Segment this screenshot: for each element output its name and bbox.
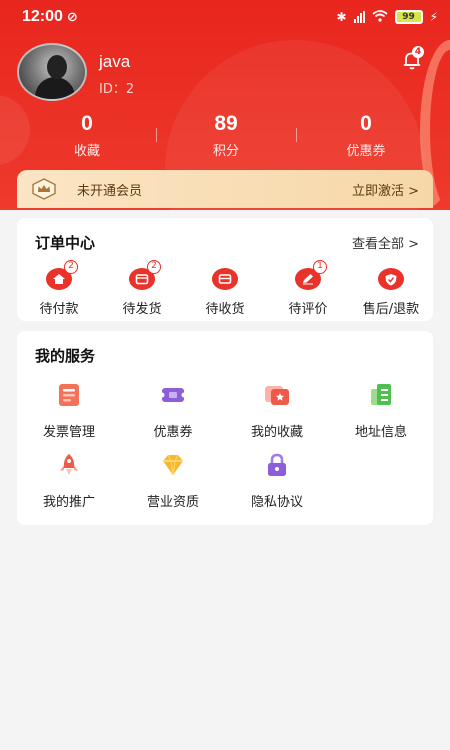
stats-row: 0 收藏 89 积分 0 优惠券 — [0, 112, 450, 162]
order-badge: 1 — [313, 260, 327, 274]
address-icon — [371, 384, 391, 405]
service-label: 营业资质 — [146, 495, 199, 510]
service-address-info[interactable]: 地址信息 — [333, 383, 429, 440]
invoice-icon — [59, 384, 79, 406]
activate-link[interactable]: 立即激活 > — [352, 180, 419, 199]
pen-icon: 1 — [295, 260, 327, 290]
favorite-icon — [265, 386, 289, 405]
charging-icon: ⚡ — [429, 10, 438, 24]
membership-status: 未开通会员 — [77, 183, 143, 199]
service-invoice-management[interactable]: 发票管理 — [21, 383, 117, 440]
shield-icon — [378, 268, 404, 290]
my-services-title: 我的服务 — [35, 347, 96, 365]
order-center-title: 订单中心 — [35, 234, 96, 252]
notification-badge: 4 — [412, 46, 424, 58]
bluetooth-icon: ✱ — [336, 10, 347, 24]
user-id: ID：2 — [99, 82, 135, 97]
service-label: 我的推广 — [42, 495, 95, 510]
service-my-favorites[interactable]: 我的收藏 — [229, 383, 325, 440]
package-icon: 2 — [129, 260, 161, 290]
order-item-pending-payment[interactable]: 2 待付款 — [19, 260, 99, 317]
stat-label: 积分 — [212, 144, 239, 159]
stat-value: 89 — [214, 112, 238, 135]
lock-icon — [268, 453, 286, 476]
stat-value: 0 — [360, 112, 372, 135]
order-item-after-sales[interactable]: 售后/退款 — [351, 268, 431, 317]
wallet-icon: 2 — [46, 260, 78, 290]
service-label: 我的收藏 — [250, 425, 303, 440]
data-saver-icon: ⊘ — [66, 9, 78, 25]
service-label: 隐私协议 — [250, 495, 303, 510]
username: java — [99, 52, 131, 71]
avatar[interactable] — [17, 43, 87, 101]
service-business-qualification[interactable]: 营业资质 — [125, 453, 221, 510]
wifi-icon — [371, 9, 388, 25]
stat-label: 优惠券 — [346, 144, 386, 159]
order-badge: 2 — [147, 260, 161, 274]
service-label: 优惠券 — [153, 425, 193, 440]
service-privacy-agreement[interactable]: 隐私协议 — [229, 453, 325, 510]
service-coupons[interactable]: 优惠券 — [125, 383, 221, 440]
signal-icon — [353, 11, 365, 23]
view-all-orders-link[interactable]: 查看全部 > — [352, 233, 419, 252]
my-services-card: 我的服务 发票管理 优惠券 我的收藏 地址信息 我的推广 营业资质 隐私协议 — [17, 331, 433, 525]
stat-favorites[interactable]: 0 收藏 — [27, 112, 147, 159]
stat-value: 0 — [81, 112, 93, 135]
stat-label: 收藏 — [73, 144, 100, 159]
service-label: 地址信息 — [354, 425, 407, 440]
divider — [296, 128, 297, 142]
order-item-label: 售后/退款 — [362, 302, 420, 317]
rocket-icon — [60, 454, 78, 475]
membership-banner[interactable]: 未开通会员 立即激活 > — [17, 170, 433, 208]
truck-icon — [212, 268, 238, 290]
coupon-icon — [159, 388, 187, 402]
divider — [156, 128, 157, 142]
order-item-label: 待付款 — [39, 302, 79, 317]
order-item-label: 待发货 — [122, 302, 162, 317]
diamond-icon — [163, 454, 183, 476]
battery-icon: 99 — [394, 10, 423, 24]
stat-points[interactable]: 89 积分 — [166, 112, 286, 159]
order-item-pending-review[interactable]: 1 待评价 — [268, 260, 348, 317]
service-label: 发票管理 — [42, 425, 95, 440]
order-center-card: 订单中心 查看全部 > 2 待付款 2 待发货 待收货 1 待评价 售后/退款 — [17, 218, 433, 321]
stat-coupons[interactable]: 0 优惠券 — [306, 112, 426, 159]
order-badge: 2 — [64, 260, 78, 274]
order-item-label: 待评价 — [288, 302, 328, 317]
service-my-promotion[interactable]: 我的推广 — [21, 453, 117, 510]
order-item-pending-shipment[interactable]: 2 待发货 — [102, 260, 182, 317]
status-bar: 12:00 ⊘ ✱ 99 ⚡ — [0, 0, 450, 34]
crown-icon — [32, 178, 56, 200]
order-item-label: 待收货 — [205, 302, 245, 317]
order-item-pending-receipt[interactable]: 待收货 — [185, 268, 265, 317]
status-time: 12:00 — [22, 8, 63, 25]
